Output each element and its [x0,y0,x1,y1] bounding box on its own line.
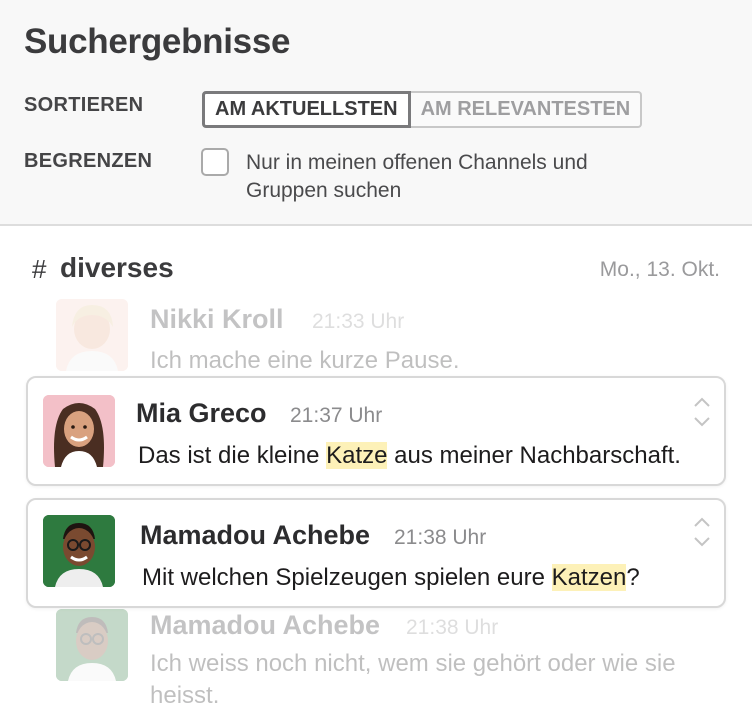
message-text: Das ist die kleine Katze aus meiner Nach… [138,442,681,469]
channel-hash-icon: # [32,254,47,284]
sort-segmented-control: AM AKTUELLSTEN AM RELEVANTESTEN [202,91,643,128]
message-time[interactable]: 21:38 Uhr [406,616,498,640]
search-header: Suchergebnisse SORTIEREN AM AKTUELLSTEN … [0,0,752,226]
page-title: Suchergebnisse [24,22,291,61]
expand-chevrons-icon[interactable] [692,514,712,550]
search-term-highlight: Katzen [551,564,627,591]
message-text: Mit welchen Spielzeugen spielen eure Kat… [142,564,640,591]
avatar [56,609,128,681]
message-sender[interactable]: Mamadou Achebe [140,520,370,551]
avatar [43,395,115,467]
search-result-card[interactable]: Mamadou Achebe 21:38 Uhr Mit welchen Spi… [26,498,726,608]
message-time[interactable]: 21:33 Uhr [312,310,404,334]
channel-name[interactable]: diverses [60,252,174,284]
avatar [43,515,115,587]
limit-label: BEGRENZEN [24,150,153,172]
sort-relevance-button[interactable]: AM RELEVANTESTEN [410,91,643,128]
limit-checkbox-label[interactable]: Nur in meinen offenen Channels und Grupp… [246,149,666,205]
avatar [56,299,128,371]
sort-newest-button[interactable]: AM AKTUELLSTEN [202,91,411,128]
expand-chevrons-icon[interactable] [692,394,712,430]
limit-checkbox[interactable] [201,148,229,176]
message-sender[interactable]: Mamadou Achebe [150,610,380,641]
message-text: Ich weiss noch nicht, wem sie gehört ode… [150,650,676,705]
search-term-highlight: Katze [326,442,388,469]
message-time[interactable]: 21:38 Uhr [394,526,486,550]
message-sender[interactable]: Nikki Kroll [150,304,284,335]
message-sender[interactable]: Mia Greco [136,398,267,429]
message-time[interactable]: 21:37 Uhr [290,404,382,428]
channel-date: Mo., 13. Okt. [599,258,720,281]
message-text: Ich mache eine kurze Pause. [150,347,460,374]
sort-label: SORTIEREN [24,94,144,116]
search-result-card[interactable]: Mia Greco 21:37 Uhr Das ist die kleine K… [26,376,726,486]
